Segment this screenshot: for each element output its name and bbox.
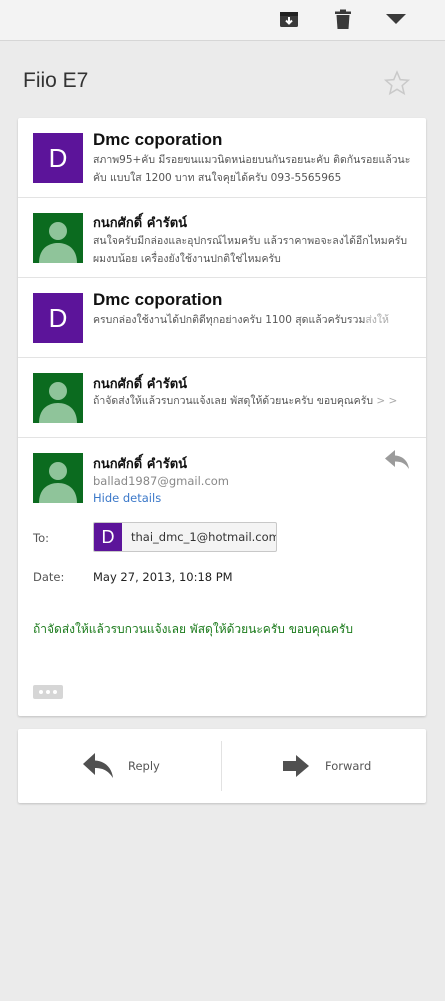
message-collapsed[interactable]: D Dmc coporation ครบกล่องใช้งานได้ปกติดี… xyxy=(18,278,426,358)
sender-name: กนกศักดิ์ คำรัตน์ xyxy=(93,457,188,472)
snippet-text: ถ้าจัดส่งให้แล้วรบกวนแจ้งเลย พัสดุให้ด้ว… xyxy=(93,395,373,407)
dropdown-arrow-icon[interactable] xyxy=(385,8,407,30)
archive-icon[interactable] xyxy=(278,8,300,30)
message-collapsed[interactable]: กนกศักดิ์ คำรัตน์ ถ้าจัดส่งให้แล้วรบกวนแ… xyxy=(18,358,426,438)
message-collapsed[interactable]: D Dmc coporation สภาพ95+คับ มีรอยขนแมวนิ… xyxy=(18,118,426,198)
action-card: Reply Forward xyxy=(18,729,426,803)
recipient-avatar: D xyxy=(94,523,122,551)
forward-arrow-icon xyxy=(283,755,309,777)
reply-icon xyxy=(83,753,113,778)
sender-name: Dmc coporation xyxy=(93,290,223,309)
snippet-fade: > > xyxy=(373,395,398,407)
message-snippet: ถ้าจัดส่งให้แล้วรบกวนแจ้งเลย พัสดุให้ด้ว… xyxy=(93,392,413,410)
avatar: D xyxy=(33,293,83,343)
thread-card: D Dmc coporation สภาพ95+คับ มีรอยขนแมวนิ… xyxy=(18,118,426,716)
top-toolbar xyxy=(0,0,445,41)
snippet-fade: ส่งให้ xyxy=(365,314,389,326)
person-icon xyxy=(39,462,77,503)
person-icon xyxy=(39,382,77,423)
avatar xyxy=(33,213,83,263)
snippet-text: ครบกล่องใช้งานได้ปกติดีทุกอย่างครับ 1100… xyxy=(93,314,366,326)
message-snippet: ครบกล่องใช้งานได้ปกติดีทุกอย่างครับ 1100… xyxy=(93,311,413,329)
message-snippet: สภาพ95+คับ มีรอยขนแมวนิดหน่อยบนกันรอยนะค… xyxy=(93,154,411,184)
avatar xyxy=(33,453,83,503)
subject-row: Fiio E7 xyxy=(0,40,445,118)
email-subject: Fiio E7 xyxy=(23,69,89,92)
avatar: D xyxy=(33,133,83,183)
forward-label: Forward xyxy=(325,759,372,773)
recipient-chip[interactable]: D thai_dmc_1@hotmail.com xyxy=(93,522,277,552)
sender-name: กนกศักดิ์ คำรัตน์ xyxy=(93,216,188,231)
message-collapsed[interactable]: กนกศักดิ์ คำรัตน์ สนใจครับมีกล่องและอุปก… xyxy=(18,198,426,278)
message-body: ถ้าจัดส่งให้แล้วรบกวนแจ้งเลย พัสดุให้ด้ว… xyxy=(33,622,353,636)
date-label: Date: xyxy=(33,570,65,584)
trash-icon[interactable] xyxy=(332,8,354,30)
message-snippet: สนใจครับมีกล่องและอุปกรณ์ไหมครับ แล้วราค… xyxy=(93,235,408,265)
date-value: May 27, 2013, 10:18 PM xyxy=(93,570,233,584)
reply-button[interactable]: Reply xyxy=(18,729,221,803)
avatar xyxy=(33,373,83,423)
recipient-address: thai_dmc_1@hotmail.com xyxy=(131,530,277,544)
sender-email: ballad1987@gmail.com xyxy=(93,474,230,488)
reply-icon[interactable] xyxy=(384,449,410,471)
to-label: To: xyxy=(33,531,49,545)
star-icon[interactable] xyxy=(383,70,411,96)
forward-button[interactable]: Forward xyxy=(222,729,425,803)
sender-name: Dmc coporation xyxy=(93,130,223,149)
reply-label: Reply xyxy=(128,759,160,773)
show-quoted-button[interactable] xyxy=(33,685,63,699)
sender-name: กนกศักดิ์ คำรัตน์ xyxy=(93,377,188,392)
person-icon xyxy=(39,222,77,263)
hide-details-link[interactable]: Hide details xyxy=(93,491,161,505)
